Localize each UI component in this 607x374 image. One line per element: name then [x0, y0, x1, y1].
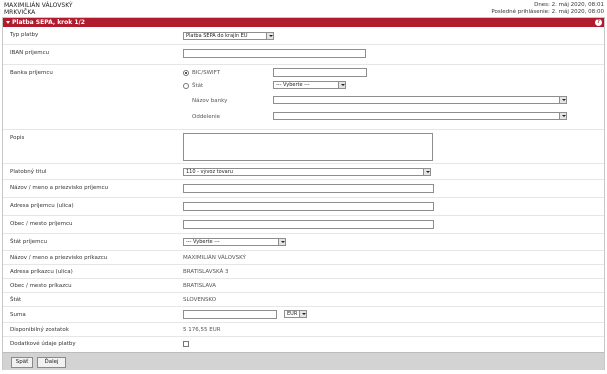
chevron-down-icon: [266, 33, 273, 39]
country-radio[interactable]: [183, 83, 189, 89]
country-label: Štát: [10, 297, 22, 303]
row-description: Popis: [3, 130, 604, 164]
help-icon[interactable]: ?: [595, 19, 602, 26]
row-payment-title: Platobný titul 110 - vývoz tovaru: [3, 164, 604, 180]
bic-option-label: BIC/SWIFT: [192, 70, 221, 76]
available-balance-value: 5 176,55 EUR: [183, 327, 221, 333]
panel-title: Platba SEPA, krok 1/2: [12, 19, 85, 26]
bank-country-select[interactable]: --- Vyberte ---: [273, 81, 346, 89]
row-country: Štát SLOVENSKO: [3, 293, 604, 307]
orderer-address-value: BRATISLAVSKÁ 3: [183, 269, 229, 275]
beneficiary-city-input[interactable]: [183, 220, 434, 229]
orderer-city-value: BRATISLAVA: [183, 283, 216, 289]
additional-data-label: Dodatkové údaje platby: [10, 341, 76, 347]
row-available-balance: Disponibilný zostatok 5 176,55 EUR: [3, 323, 604, 337]
row-orderer-name: Názov / meno a priezvisko príkazcu MAXIM…: [3, 251, 604, 265]
last-login: Posledné prihlásenie: 2. máj 2020, 08:00: [491, 9, 604, 15]
beneficiary-name-label: Názov / meno a priezvisko príjemcu: [10, 185, 109, 191]
beneficiary-city-label: Obec / mesto príjemcu: [10, 221, 73, 227]
user-name-line2: MRKVIČKA: [4, 9, 36, 16]
row-beneficiary-name: Názov / meno a priezvisko príjemcu: [3, 180, 604, 198]
row-payment-type: Typ platby Platba SEPA do krajín EÚ: [3, 27, 604, 45]
row-beneficiary-city: Obec / mesto príjemcu: [3, 216, 604, 234]
payment-type-value: Platba SEPA do krajín EÚ: [186, 33, 248, 39]
payment-form-panel: Platba SEPA, krok 1/2 ? Typ platby Platb…: [2, 17, 605, 370]
available-balance-label: Disponibilný zostatok: [10, 327, 69, 333]
currency-select[interactable]: EUR: [284, 310, 307, 318]
bank-name-label: Názov banky: [192, 98, 228, 104]
bic-radio[interactable]: [183, 70, 189, 76]
row-beneficiary-address: Adresa príjemcu (ulica): [3, 198, 604, 216]
country-option-label: Štát: [192, 83, 204, 89]
amount-input[interactable]: [183, 310, 277, 319]
bank-label: Banka príjemcu: [10, 70, 53, 76]
chevron-down-icon: [559, 113, 566, 119]
beneficiary-address-input[interactable]: [183, 202, 434, 211]
payment-title-select[interactable]: 110 - vývoz tovaru: [183, 168, 431, 176]
chevron-down-icon: [299, 311, 306, 317]
chevron-down-icon: [278, 239, 285, 245]
iban-label: IBAN príjemcu: [10, 50, 50, 56]
beneficiary-country-value: --- Vyberte ---: [186, 239, 220, 245]
description-textarea[interactable]: [183, 133, 433, 161]
bank-country-value: --- Vyberte ---: [276, 82, 310, 88]
payment-type-label: Typ platby: [10, 32, 39, 38]
user-name-line1: MAXIMILIÁN VÁLOVSKÝ: [4, 2, 73, 9]
country-value: SLOVENSKO: [183, 297, 217, 303]
orderer-city-label: Obec / mesto príkazcu: [10, 283, 72, 289]
bank-branch-select[interactable]: [273, 112, 567, 120]
form-footer: Späť Ďalej: [3, 352, 604, 370]
row-beneficiary-country: Štát príjemcu --- Vyberte ---: [3, 234, 604, 251]
beneficiary-address-label: Adresa príjemcu (ulica): [10, 203, 74, 209]
beneficiary-country-label: Štát príjemcu: [10, 239, 47, 245]
row-bank: Banka príjemcu BIC/SWIFT Štát --- Vybert…: [3, 65, 604, 130]
payment-title-value: 110 - vývoz tovaru: [186, 169, 233, 175]
payment-title-label: Platobný titul: [10, 169, 47, 175]
back-button[interactable]: Späť: [11, 357, 33, 368]
orderer-address-label: Adresa príkazcu (ulica): [10, 269, 73, 275]
chevron-down-icon: [338, 82, 345, 88]
additional-data-checkbox[interactable]: [183, 341, 189, 347]
chevron-down-icon: [559, 97, 566, 103]
beneficiary-country-select[interactable]: --- Vyberte ---: [183, 238, 286, 246]
amount-label: Suma: [10, 312, 26, 318]
chevron-down-icon: [423, 169, 430, 175]
row-iban: IBAN príjemcu: [3, 45, 604, 65]
currency-value: EUR: [287, 311, 298, 317]
bank-name-select[interactable]: [273, 96, 567, 104]
orderer-name-label: Názov / meno a priezvisko príkazcu: [10, 255, 108, 261]
bic-input[interactable]: [273, 68, 367, 77]
row-orderer-address: Adresa príkazcu (ulica) BRATISLAVSKÁ 3: [3, 265, 604, 279]
next-button[interactable]: Ďalej: [37, 357, 66, 368]
orderer-name-value: MAXIMILIÁN VÁLOVSKÝ: [183, 255, 246, 261]
session-info: Dnes: 2. máj 2020, 08:01 Posledné prihlá…: [491, 2, 604, 16]
row-amount: Suma EUR: [3, 307, 604, 323]
beneficiary-name-input[interactable]: [183, 184, 434, 193]
description-label: Popis: [10, 135, 25, 141]
user-name: MAXIMILIÁN VÁLOVSKÝ MRKVIČKA: [4, 2, 73, 16]
row-orderer-city: Obec / mesto príkazcu BRATISLAVA: [3, 279, 604, 293]
collapse-icon[interactable]: [6, 21, 10, 24]
payment-type-select[interactable]: Platba SEPA do krajín EÚ: [183, 32, 274, 40]
today-date: Dnes: 2. máj 2020, 08:01: [534, 2, 604, 8]
row-additional-data: Dodatkové údaje platby: [3, 337, 604, 352]
bank-branch-label: Oddelenie: [192, 114, 221, 120]
iban-input[interactable]: [183, 49, 366, 58]
panel-title-bar[interactable]: Platba SEPA, krok 1/2 ?: [3, 18, 604, 27]
